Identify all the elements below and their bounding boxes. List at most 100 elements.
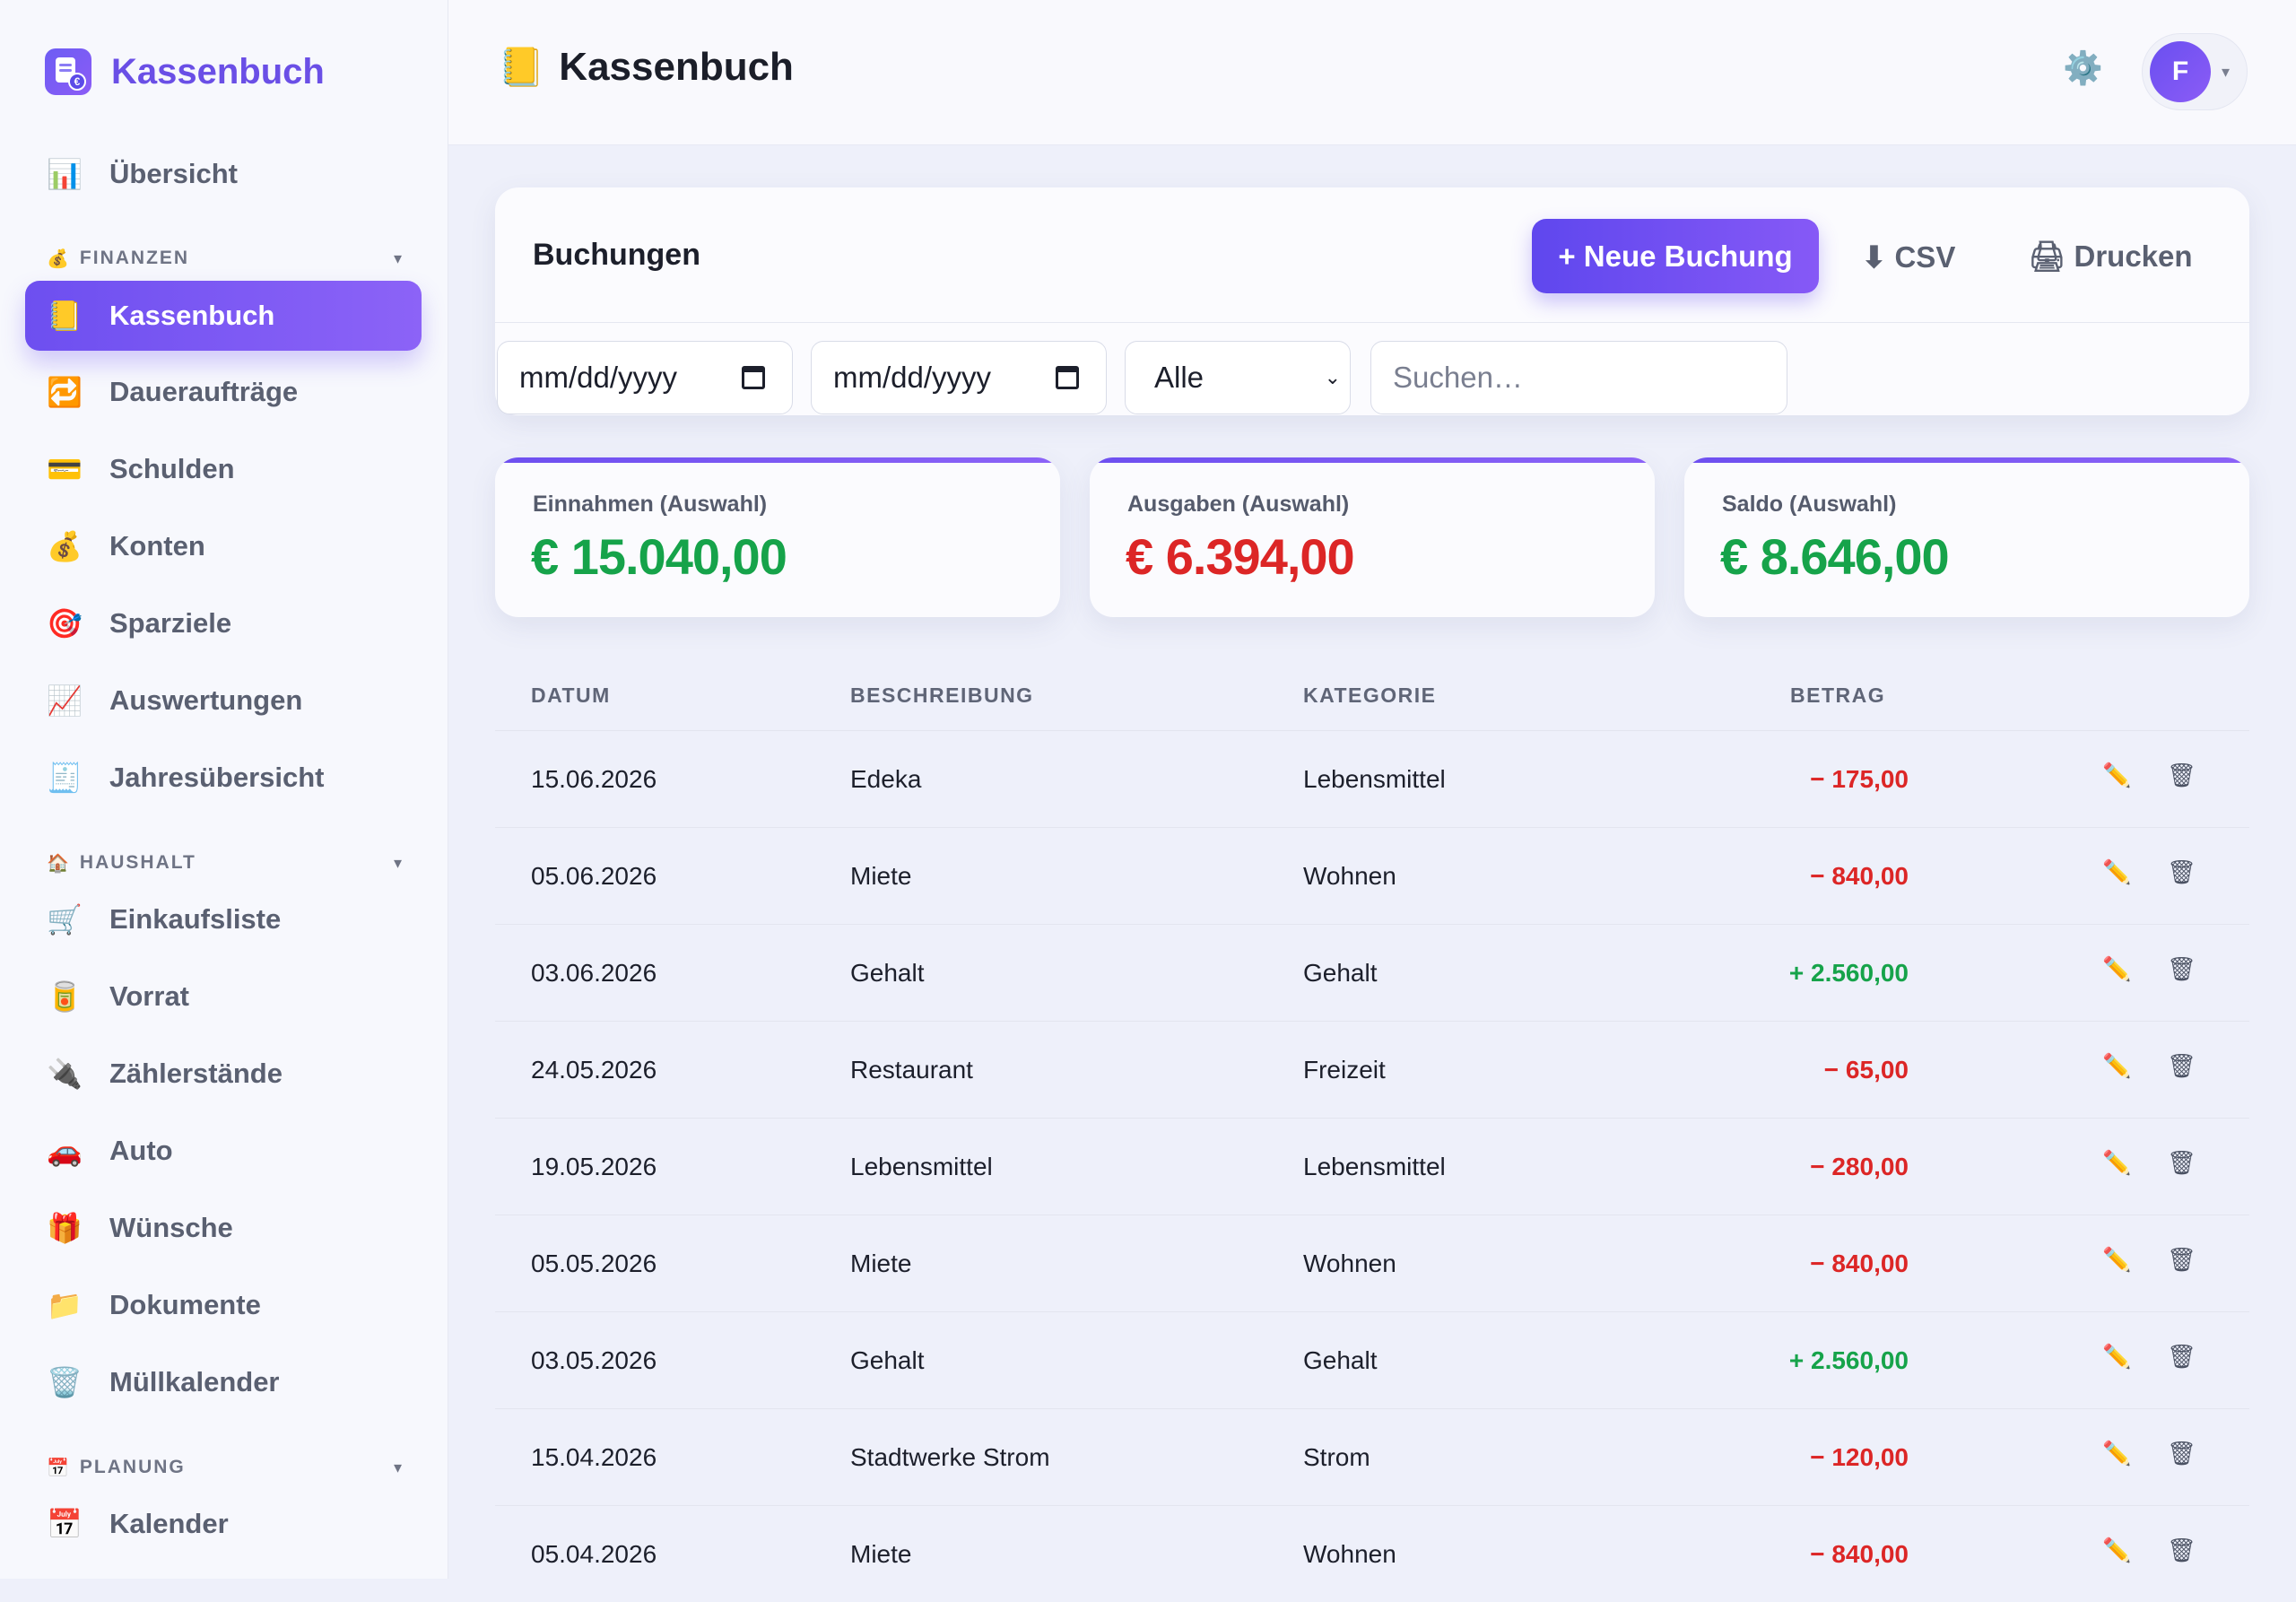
column-header-amount[interactable]: BETRAG bbox=[1790, 683, 1885, 708]
table-row[interactable]: 05.05.2026 Miete Wohnen − 840,00 ✏️ 🗑 bbox=[495, 1215, 2249, 1311]
edit-icon[interactable]: ✏️ bbox=[2102, 1149, 2131, 1177]
cashbook-logo-icon: € bbox=[45, 48, 91, 95]
type-select[interactable]: Alle ⌄ bbox=[1125, 341, 1351, 414]
brand[interactable]: € Kassenbuch bbox=[45, 48, 325, 95]
sidebar-item-label: Dokumente bbox=[109, 1289, 261, 1320]
sidebar-item-zaehlerstaende[interactable]: 🔌 Zählerstände bbox=[25, 1039, 422, 1109]
sidebar-item-label: Vorrat bbox=[109, 980, 190, 1012]
summary-value: € 8.646,00 bbox=[1720, 528, 1950, 585]
section-finanzen-toggle[interactable]: 💰 FINANZEN ▾ bbox=[47, 243, 404, 274]
cell-description: Gehalt bbox=[850, 1346, 925, 1374]
print-button[interactable]: 🖨 Drucken bbox=[2007, 223, 2213, 290]
edit-icon[interactable]: ✏️ bbox=[2102, 762, 2131, 789]
section-planung-toggle[interactable]: 📅 PLANUNG ▾ bbox=[47, 1452, 404, 1483]
sidebar-item-schulden[interactable]: 💳 Schulden bbox=[25, 434, 422, 504]
table-row[interactable]: 15.04.2026 Stadtwerke Strom Strom − 120,00 ✏… bbox=[495, 1408, 2249, 1505]
sidebar-item-vorrat[interactable]: 🥫 Vorrat bbox=[25, 962, 422, 1032]
csv-export-button[interactable]: ⬇ CSV bbox=[1846, 223, 1971, 290]
table-row[interactable]: 05.06.2026 Miete Wohnen − 840,00 ✏️ 🗑 bbox=[495, 827, 2249, 924]
calendar-picker-icon[interactable] bbox=[1056, 366, 1079, 389]
cell-date: 03.06.2026 bbox=[531, 959, 657, 987]
calendar-picker-icon[interactable] bbox=[742, 366, 765, 389]
delete-icon[interactable]: 🗑 bbox=[2167, 1440, 2196, 1467]
sidebar-item-uebersicht[interactable]: 📊 Übersicht bbox=[25, 139, 422, 209]
trash-bin-icon: 🗑️ bbox=[47, 1366, 83, 1398]
section-haushalt-toggle[interactable]: 🏠 HAUSHALT ▾ bbox=[47, 848, 404, 878]
calendar-icon: 📅 bbox=[47, 1508, 83, 1540]
edit-icon[interactable]: ✏️ bbox=[2102, 1440, 2131, 1467]
sidebar-item-muellkalender[interactable]: 🗑️ Müllkalender bbox=[25, 1347, 422, 1417]
delete-icon[interactable]: 🗑 bbox=[2167, 858, 2196, 886]
column-header-date[interactable]: DATUM bbox=[531, 683, 611, 708]
sidebar-item-label: Zählerstände bbox=[109, 1058, 283, 1089]
table-row[interactable]: 19.05.2026 Lebensmittel Lebensmittel − 280,… bbox=[495, 1118, 2249, 1215]
cell-amount: − 280,00 bbox=[1810, 1153, 1909, 1180]
delete-icon[interactable]: 🗑 bbox=[2167, 1149, 2196, 1177]
edit-icon[interactable]: ✏️ bbox=[2102, 858, 2131, 886]
delete-icon[interactable]: 🗑 bbox=[2167, 1537, 2196, 1564]
delete-icon[interactable]: 🗑 bbox=[2167, 762, 2196, 789]
column-header-description[interactable]: BESCHREIBUNG bbox=[850, 683, 1034, 708]
edit-icon[interactable]: ✏️ bbox=[2102, 955, 2131, 983]
cell-amount: − 840,00 bbox=[1810, 1540, 1909, 1568]
delete-icon[interactable]: 🗑 bbox=[2167, 1343, 2196, 1371]
cell-category: Wohnen bbox=[1303, 1249, 1396, 1277]
sidebar-item-auswertungen[interactable]: 📈 Auswertungen bbox=[25, 666, 422, 736]
income-summary-card: Einnahmen (Auswahl) € 15.040,00 bbox=[495, 457, 1060, 617]
new-booking-button[interactable]: + Neue Buchung bbox=[1532, 219, 1819, 293]
cell-date: 03.05.2026 bbox=[531, 1346, 657, 1374]
cell-description: Miete bbox=[850, 862, 912, 890]
repeat-icon: 🔁 bbox=[47, 376, 83, 408]
sidebar-item-label: Kassenbuch bbox=[109, 300, 275, 331]
chevron-down-icon: ▾ bbox=[393, 853, 404, 872]
filter-bar: mm/dd/yyyy mm/dd/yyyy Alle ⌄ Suchen… bbox=[495, 322, 2249, 415]
folder-icon: 📁 bbox=[47, 1289, 83, 1321]
brand-name: Kassenbuch bbox=[111, 51, 325, 91]
edit-icon[interactable]: ✏️ bbox=[2102, 1246, 2131, 1274]
sidebar-item-wuensche[interactable]: 🎁 Wünsche bbox=[25, 1193, 422, 1263]
cell-description: Restaurant bbox=[850, 1056, 973, 1084]
edit-icon[interactable]: ✏️ bbox=[2102, 1052, 2131, 1080]
house-icon: 🏠 bbox=[47, 853, 71, 874]
sidebar-item-dokumente[interactable]: 📁 Dokumente bbox=[25, 1270, 422, 1340]
sidebar-item-auto[interactable]: 🚗 Auto bbox=[25, 1116, 422, 1186]
gear-icon[interactable]: ⚙️ bbox=[2063, 49, 2103, 87]
edit-icon[interactable]: ✏️ bbox=[2102, 1343, 2131, 1371]
column-header-category[interactable]: KATEGORIE bbox=[1303, 683, 1437, 708]
sidebar-item-sparziele[interactable]: 🎯 Sparziele bbox=[25, 588, 422, 658]
table-row[interactable]: 24.05.2026 Restaurant Freizeit − 65,00 ✏️ 🗑 bbox=[495, 1021, 2249, 1118]
delete-icon[interactable]: 🗑 bbox=[2167, 1246, 2196, 1274]
sidebar-item-kalender[interactable]: 📅 Kalender bbox=[25, 1489, 422, 1559]
sidebar-item-label: Kalender bbox=[109, 1508, 229, 1539]
chevron-down-icon: ▾ bbox=[393, 248, 404, 267]
type-select-value: Alle bbox=[1154, 361, 1205, 394]
plug-icon: 🔌 bbox=[47, 1058, 83, 1090]
search-input[interactable]: Suchen… bbox=[1370, 341, 1787, 414]
cell-amount: + 2.560,00 bbox=[1788, 1346, 1909, 1374]
delete-icon[interactable]: 🗑 bbox=[2167, 955, 2196, 983]
gift-icon: 🎁 bbox=[47, 1212, 83, 1244]
edit-icon[interactable]: ✏️ bbox=[2102, 1537, 2131, 1564]
date-from-input[interactable]: mm/dd/yyyy bbox=[497, 341, 793, 414]
cell-category: Wohnen bbox=[1303, 862, 1396, 890]
table-row[interactable]: 15.06.2026 Edeka Lebensmittel − 175,00 ✏️ 🗑 bbox=[495, 730, 2249, 827]
cell-category: Lebensmittel bbox=[1303, 765, 1446, 793]
summary-label: Saldo (Auswahl) bbox=[1722, 492, 1897, 517]
sidebar-item-kassenbuch[interactable]: 📒 Kassenbuch bbox=[25, 281, 422, 351]
sidebar-item-jahresuebersicht[interactable]: 🧾 Jahresübersicht bbox=[25, 743, 422, 813]
table-row[interactable]: 05.04.2026 Miete Wohnen − 840,00 ✏️ 🗑 bbox=[495, 1505, 2249, 1602]
sidebar-item-einkaufsliste[interactable]: 🛒 Einkaufsliste bbox=[25, 884, 422, 954]
table-row[interactable]: 03.06.2026 Gehalt Gehalt + 2.560,00 ✏️ 🗑 bbox=[495, 924, 2249, 1021]
ledger-icon: 📒 bbox=[498, 45, 545, 88]
delete-icon[interactable]: 🗑 bbox=[2167, 1052, 2196, 1080]
date-placeholder: mm/dd/yyyy bbox=[519, 361, 678, 394]
date-to-input[interactable]: mm/dd/yyyy bbox=[811, 341, 1107, 414]
sidebar-item-dauerauftraege[interactable]: 🔁 Daueraufträge bbox=[25, 357, 422, 427]
table-row[interactable]: 03.05.2026 Gehalt Gehalt + 2.560,00 ✏️ 🗑 bbox=[495, 1311, 2249, 1408]
chevron-down-icon: ▾ bbox=[393, 1458, 404, 1476]
sidebar: € Kassenbuch 📊 Übersicht 💰 FINANZEN ▾ 📒 … bbox=[0, 0, 448, 1579]
user-menu[interactable]: F ▾ bbox=[2142, 33, 2248, 110]
summary-label: Ausgaben (Auswahl) bbox=[1127, 492, 1350, 517]
sidebar-item-label: Jahresübersicht bbox=[109, 762, 325, 793]
sidebar-item-konten[interactable]: 💰 Konten bbox=[25, 511, 422, 581]
